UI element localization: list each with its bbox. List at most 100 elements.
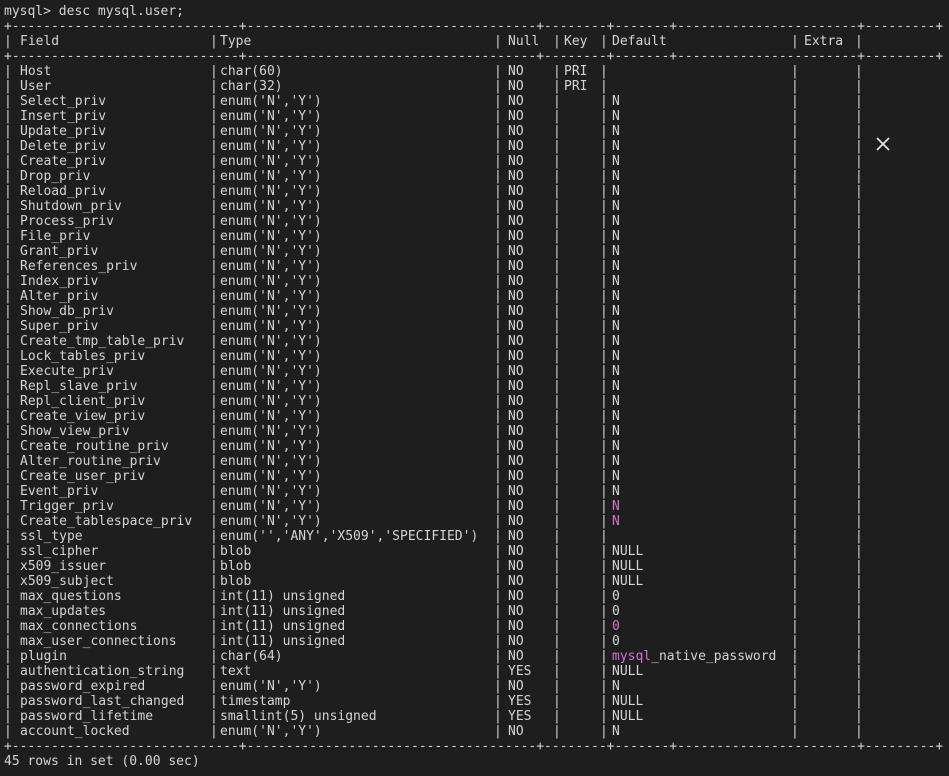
column-separator: | <box>553 184 561 199</box>
table-row: | | | | | | | Lock_tables_priv enum('N','Y') NO N <box>4 349 864 364</box>
column-separator: | <box>4 544 12 559</box>
column-separator: | <box>855 424 863 439</box>
column-separator: | <box>855 439 863 454</box>
table-row: | | | | | | | max_questions int(11) unsigned NO 0 <box>4 589 864 604</box>
header-null: Null <box>508 34 540 49</box>
column-separator: | <box>855 169 863 184</box>
column-separator: | <box>494 274 502 289</box>
column-separator: | <box>4 514 12 529</box>
cell-default: 0 <box>612 589 620 604</box>
cell-type: enum('N','Y') <box>220 379 322 394</box>
column-separator: | <box>855 544 863 559</box>
column-separator: | <box>210 334 218 349</box>
cell-null: NO <box>508 244 524 259</box>
column-separator: | <box>600 709 608 724</box>
cell-field: max_questions <box>20 589 122 604</box>
cell-null: NO <box>508 394 524 409</box>
column-separator: | <box>553 379 561 394</box>
cell-field: account_locked <box>20 724 130 739</box>
cell-field: Grant_priv <box>20 244 99 259</box>
column-separator: | <box>553 274 561 289</box>
close-button[interactable] <box>872 133 894 155</box>
column-separator: | <box>600 694 608 709</box>
table-row: | | | | | | | Insert_priv enum('N','Y') NO N <box>4 109 864 124</box>
column-separator: | <box>600 574 608 589</box>
column-separator: | <box>600 544 608 559</box>
column-separator: | <box>494 439 502 454</box>
column-separator: | <box>553 214 561 229</box>
column-separator: | <box>791 349 799 364</box>
column-separator: | <box>494 544 502 559</box>
cell-field: Trigger_priv <box>20 499 114 514</box>
cell-type: char(64) <box>220 649 283 664</box>
column-separator: | <box>494 469 502 484</box>
cell-type: enum('N','Y') <box>220 364 322 379</box>
column-separator: | <box>855 604 863 619</box>
column-separator: | <box>600 529 608 544</box>
column-separator: | <box>4 379 12 394</box>
column-separator: | <box>210 109 218 124</box>
header-key: Key <box>564 34 588 49</box>
cell-null: NO <box>508 619 524 634</box>
column-separator: | <box>600 454 608 469</box>
column-separator: | <box>600 199 608 214</box>
cell-type: blob <box>220 574 252 589</box>
column-separator: | <box>494 484 502 499</box>
column-separator: | <box>494 289 502 304</box>
table-row: | | | | | | | authentication_string text YES NULL <box>4 664 864 679</box>
column-separator: | <box>553 364 561 379</box>
column-separator: | <box>210 439 218 454</box>
column-separator: | <box>791 94 799 109</box>
cell-null: NO <box>508 94 524 109</box>
cell-type: enum('N','Y') <box>220 154 322 169</box>
cell-null: NO <box>508 559 524 574</box>
column-separator: | <box>553 409 561 424</box>
table-row: | | | | | | | Delete_priv enum('N','Y') NO N <box>4 139 864 154</box>
cell-null: NO <box>508 409 524 424</box>
column-separator: | <box>494 124 502 139</box>
table-body: | | | | | | | Host char(60) NO PRI | | | | | | | User char(… <box>4 64 864 739</box>
cell-type: timestamp <box>220 694 291 709</box>
table-row: | | | | | | | Show_db_priv enum('N','Y') NO N <box>4 304 864 319</box>
column-separator: | <box>553 679 561 694</box>
column-separator: | <box>553 124 561 139</box>
cell-type: enum('N','Y') <box>220 274 322 289</box>
column-separator: | <box>494 334 502 349</box>
column-separator: | <box>855 199 863 214</box>
column-separator: | <box>494 169 502 184</box>
column-separator: | <box>494 379 502 394</box>
column-separator: | <box>600 394 608 409</box>
column-separator: | <box>553 349 561 364</box>
column-separator: | <box>855 334 863 349</box>
cell-default: N <box>612 169 620 184</box>
cell-type: enum('N','Y') <box>220 499 322 514</box>
column-separator: | <box>210 409 218 424</box>
cell-field: authentication_string <box>20 664 185 679</box>
table-row: | | | | | | | max_updates int(11) unsigned NO 0 <box>4 604 864 619</box>
column-separator: | <box>791 244 799 259</box>
cell-field: max_updates <box>20 604 107 619</box>
cell-type: enum('N','Y') <box>220 214 322 229</box>
cell-null: NO <box>508 334 524 349</box>
table-row: | | | | | | | Super_priv enum('N','Y') NO N <box>4 319 864 334</box>
column-separator: | <box>494 79 502 94</box>
table-row: | | | | | | | account_locked enum('N','Y') NO N <box>4 724 864 739</box>
column-separator: | <box>553 169 561 184</box>
cell-null: YES <box>508 709 532 724</box>
column-separator: | <box>4 649 12 664</box>
column-separator: | <box>600 334 608 349</box>
column-separator: | <box>600 424 608 439</box>
table-row: | | | | | | | x509_subject blob NO NULL <box>4 574 864 589</box>
table-border-top: +-----------------------------+---------… <box>4 19 944 34</box>
cell-type: char(60) <box>220 64 283 79</box>
column-separator: | <box>600 589 608 604</box>
column-separator: | <box>210 79 218 94</box>
column-separator: | <box>600 34 608 49</box>
column-separator: | <box>210 574 218 589</box>
cell-default: N <box>612 724 620 739</box>
close-icon <box>876 137 890 151</box>
column-separator: | <box>855 304 863 319</box>
column-separator: | <box>791 184 799 199</box>
column-separator: | <box>791 229 799 244</box>
table-row: | | | | | | | password_lifetime smallint(5) unsi… <box>4 709 864 724</box>
